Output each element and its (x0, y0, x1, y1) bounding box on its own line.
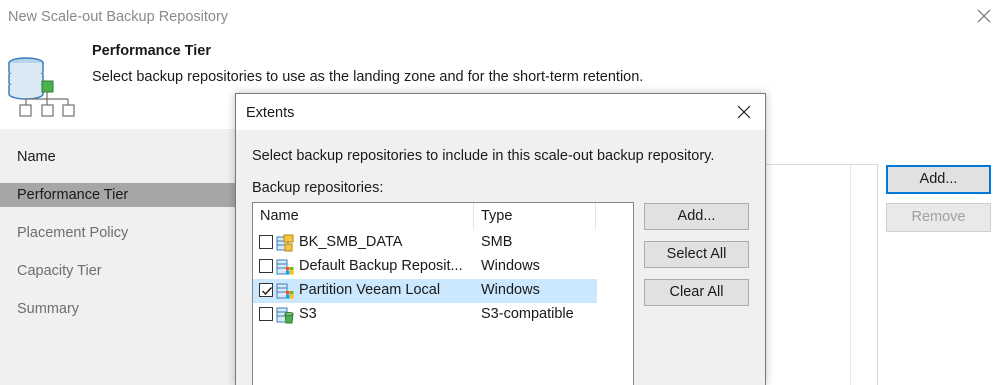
repository-type: Windows (481, 258, 540, 274)
column-separator[interactable] (595, 203, 596, 229)
dialog-title: Extents (246, 105, 295, 121)
repository-type: Windows (481, 282, 540, 298)
nav-step-summary: Summary (17, 301, 80, 317)
repository-name: S3 (299, 306, 317, 322)
nav-step-capacity-tier: Capacity Tier (17, 263, 102, 279)
remove-extent-button: Remove (886, 203, 991, 232)
list-item[interactable]: BK_SMB_DATA SMB (253, 231, 597, 255)
close-icon[interactable] (735, 103, 753, 121)
list-header: Name Type (253, 203, 633, 229)
checkmark-icon (262, 287, 273, 296)
smb-share-repository-icon (276, 234, 294, 252)
repository-type: S3-compatible (481, 306, 574, 322)
row-checkbox[interactable] (259, 307, 273, 321)
extents-list-background (760, 164, 878, 385)
add-extent-button[interactable]: Add... (886, 165, 991, 194)
page-heading: Performance Tier (92, 43, 212, 59)
page-subheading: Select backup repositories to use as the… (92, 69, 644, 85)
scale-out-repository-icon (6, 55, 78, 119)
close-icon[interactable] (974, 6, 994, 26)
list-item[interactable]: Default Backup Reposit... Windows (253, 255, 597, 279)
repository-name: BK_SMB_DATA (299, 234, 403, 250)
row-checkbox[interactable] (259, 283, 273, 297)
column-separator[interactable] (473, 203, 474, 229)
add-repository-button[interactable]: Add... (644, 203, 749, 230)
dialog-description: Select backup repositories to include in… (252, 148, 715, 164)
list-item[interactable]: Partition Veeam Local Windows (253, 279, 597, 303)
nav-step-performance-tier[interactable]: Performance Tier (0, 183, 237, 207)
column-header-name[interactable]: Name (260, 208, 299, 224)
windows-repository-icon (276, 258, 294, 276)
wizard-steps-nav: Name Performance Tier Placement Policy C… (0, 129, 237, 385)
window-title: New Scale-out Backup Repository (8, 9, 229, 25)
select-all-button[interactable]: Select All (644, 241, 749, 268)
column-header-type[interactable]: Type (481, 208, 512, 224)
extents-dialog: Extents Select backup repositories to in… (235, 93, 766, 385)
list-border (877, 165, 878, 385)
repository-name: Default Backup Reposit... (299, 258, 463, 274)
repositories-list-label: Backup repositories: (252, 180, 384, 196)
column-divider (850, 165, 851, 385)
nav-step-placement-policy: Placement Policy (17, 225, 129, 241)
s3-object-storage-icon (276, 306, 294, 324)
repository-name: Partition Veeam Local (299, 282, 441, 298)
clear-all-button[interactable]: Clear All (644, 279, 749, 306)
list-item[interactable]: S3 S3-compatible (253, 303, 597, 327)
nav-step-name[interactable]: Name (0, 145, 237, 169)
row-checkbox[interactable] (259, 235, 273, 249)
repository-type: SMB (481, 234, 513, 250)
row-checkbox[interactable] (259, 259, 273, 273)
dialog-titlebar: Extents (236, 94, 765, 130)
backup-repositories-list[interactable]: Name Type BK_SMB_DATA SMB Default Backup… (252, 202, 634, 385)
windows-repository-icon (276, 282, 294, 300)
